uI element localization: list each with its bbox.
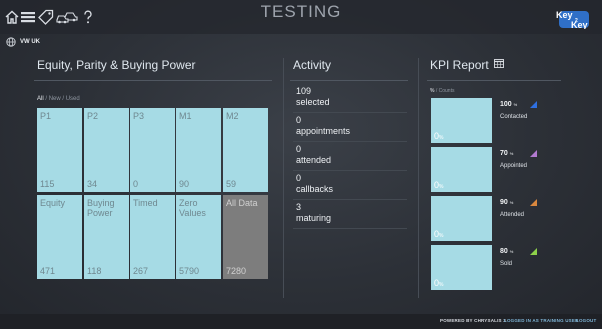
tile-label: P3 [133, 111, 145, 121]
kpi-label: Contacted [500, 114, 528, 120]
equity-tile[interactable]: P3 0 [130, 108, 175, 192]
kpi-percent: 100 % [500, 101, 518, 108]
kpi-percent: 70 % [500, 150, 514, 157]
equity-tile[interactable]: P2 34 [84, 108, 129, 192]
tile-label: P2 [87, 111, 99, 121]
activity-count: 109 [296, 86, 312, 96]
trend-up-icon [530, 199, 537, 206]
kpi-toggle-counts[interactable]: Counts [439, 88, 455, 94]
kpi-label: Appointed [500, 163, 528, 169]
activity-divider [293, 228, 407, 229]
activity-count: 3 [296, 202, 302, 212]
section-divider [418, 58, 419, 298]
activity-divider [293, 170, 407, 171]
equity-tile[interactable]: Zero Values 5790 [176, 195, 221, 279]
tile-value: 90 [179, 179, 190, 189]
kpi-block[interactable]: 0% [431, 196, 492, 241]
key2key-logo: Key 2 Key [555, 9, 595, 29]
tile-value: 5790 [179, 266, 200, 276]
page-title: TESTING [260, 2, 342, 21]
activity-label: attended [296, 155, 332, 165]
section-divider [283, 58, 284, 298]
kpi-title: KPI Report [430, 58, 489, 72]
globe-icon [6, 37, 16, 47]
powered-by: POWERED BY CHRYSALIS 3 [440, 318, 506, 323]
equity-tile[interactable]: Equity 471 [37, 195, 82, 279]
svg-text:Key: Key [571, 20, 588, 29]
tile-value: 59 [226, 179, 237, 189]
tile-label: Timed [133, 198, 158, 208]
top-bar: TESTING Key 2 Key [0, 0, 602, 34]
tile-label: M1 [179, 111, 192, 121]
equity-title-rule [34, 80, 272, 81]
kpi-block[interactable]: 0% [431, 98, 492, 143]
equity-tile[interactable]: All Data 7280 [223, 195, 268, 279]
activity-divider [293, 199, 407, 200]
svg-text:Key: Key [556, 10, 573, 20]
equity-tile[interactable]: Buying Power 118 [84, 195, 129, 279]
kpi-block[interactable]: 0% [431, 147, 492, 192]
activity-divider [293, 141, 407, 142]
kpi-block-value: 0% [434, 180, 444, 190]
kpi-block-value: 0% [434, 131, 444, 141]
activity-item[interactable]: 0 appointments [296, 115, 406, 137]
tile-value: 471 [40, 266, 56, 276]
kpi-block[interactable]: 0% [431, 245, 492, 290]
kpi-label: Sold [500, 261, 513, 267]
footer: POWERED BY CHRYSALIS 3 LOGGED IN AS TRAI… [0, 314, 602, 329]
kpi-block-value: 0% [434, 278, 444, 288]
trend-up-icon [530, 101, 537, 108]
tile-label: P1 [40, 111, 52, 121]
tile-value: 118 [87, 266, 102, 276]
tile-label: M2 [226, 111, 239, 121]
kpi-percent: 80 % [500, 248, 514, 255]
activity-label: selected [296, 97, 330, 107]
region-selector[interactable]: VW UK [6, 36, 40, 48]
calendar-icon[interactable] [494, 59, 504, 68]
activity-title-rule [290, 80, 408, 81]
filter-used[interactable]: Used [66, 96, 80, 102]
kpi-toggle: % / Counts [430, 88, 454, 94]
trend-up-icon [530, 150, 537, 157]
tile-value: 34 [87, 179, 98, 189]
filter-new[interactable]: New [49, 96, 61, 102]
kpi-title-rule [427, 80, 561, 81]
tile-label: All Data [226, 198, 258, 208]
activity-item[interactable]: 109 selected [296, 86, 406, 108]
trend-up-icon [530, 248, 537, 255]
kpi-block-value: 0% [434, 229, 444, 239]
filter-all[interactable]: All [37, 96, 44, 102]
equity-tile[interactable]: M2 59 [223, 108, 268, 192]
logout-link[interactable]: LOGOUT [576, 318, 596, 323]
activity-item[interactable]: 3 maturing [296, 202, 406, 224]
activity-count: 0 [296, 173, 302, 183]
tile-value: 267 [133, 266, 149, 276]
tile-value: 115 [40, 179, 55, 189]
equity-filters: All / New / Used [37, 96, 80, 102]
kpi-percent: 90 % [500, 199, 514, 206]
tile-label: Equity [40, 198, 66, 208]
equity-tile[interactable]: P1 115 [37, 108, 82, 192]
activity-label: appointments [296, 126, 351, 136]
activity-item[interactable]: 0 callbacks [296, 173, 406, 195]
equity-tile[interactable]: M1 90 [176, 108, 221, 192]
activity-count: 0 [296, 115, 302, 125]
activity-count: 0 [296, 144, 302, 154]
tile-label: Zero Values [179, 198, 206, 218]
tile-value: 0 [133, 179, 139, 189]
activity-divider [293, 112, 407, 113]
tile-value: 7280 [226, 266, 247, 276]
activity-label: callbacks [296, 184, 334, 194]
logged-in-user[interactable]: LOGGED IN AS TRAINING USER [504, 318, 579, 323]
activity-item[interactable]: 0 attended [296, 144, 406, 166]
tile-label: Buying Power [87, 198, 115, 218]
kpi-label: Attended [500, 212, 525, 218]
activity-label: maturing [296, 213, 332, 223]
region-label: VW UK [20, 39, 40, 45]
equity-tile[interactable]: Timed 267 [130, 195, 175, 279]
equity-title: Equity, Parity & Buying Power [37, 58, 196, 72]
activity-title: Activity [293, 58, 332, 72]
